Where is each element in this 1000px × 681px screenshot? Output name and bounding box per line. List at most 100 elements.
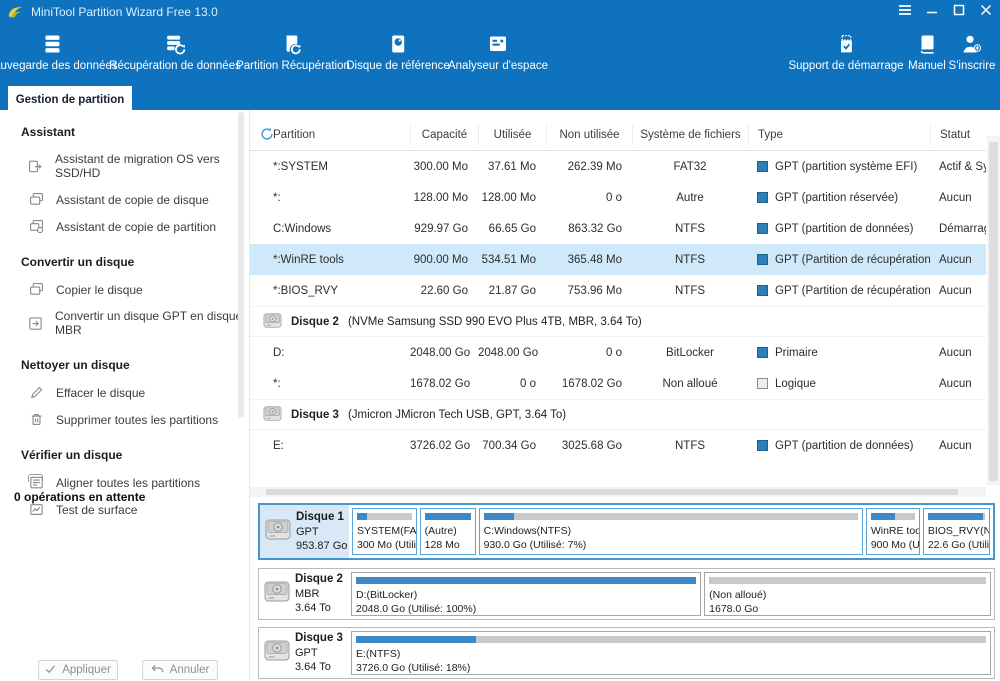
type-value: GPT (partition de données) (775, 223, 914, 235)
menu-icon (898, 3, 912, 21)
toolbar-item-space-analyzer[interactable]: Analyseur d'espace (448, 31, 548, 72)
partition-row[interactable]: *:128.00 Mo128.00 Mo0 oAutreGPT (partiti… (250, 182, 986, 213)
sidebar-item[interactable]: Supprimer toutes les partitions (0, 406, 249, 433)
unused-value: 1678.02 Go (546, 378, 632, 390)
type-cell: GPT (partition réservée) (748, 192, 930, 204)
partition-row[interactable]: *:1678.02 Go0 o1678.02 GoNon allouéLogiq… (250, 368, 986, 399)
toolbar-item-label: Manuel (908, 60, 946, 72)
partition-row[interactable]: *:SYSTEM300.00 Mo37.61 Mo262.39 MoFAT32G… (250, 151, 986, 182)
capacity-value: 300.00 Mo (410, 161, 478, 173)
unused-value: 753.96 Mo (546, 285, 632, 297)
partition-row[interactable]: *:BIOS_RVY22.60 Go21.87 Go753.96 MoNTFSG… (250, 275, 986, 306)
capacity-value: 1678.02 Go (410, 378, 478, 390)
partition-type-square-icon (757, 285, 768, 296)
maximize-button[interactable] (950, 1, 968, 23)
disk-map-partitions: E:(NTFS)3726.0 Go (Utilisé: 18%) (348, 628, 994, 678)
disk-map-label[interactable]: Disque 1GPT953.87 Go (260, 505, 349, 558)
filesystem-value: NTFS (632, 254, 748, 266)
partition-row[interactable]: *:WinRE tools900.00 Mo534.51 Mo365.48 Mo… (250, 244, 986, 275)
sidebar-item[interactable]: Assistant de copie de disque (0, 186, 249, 213)
type-value: GPT (partition réservée) (775, 192, 898, 204)
column-header-type[interactable]: Type (748, 125, 930, 145)
column-header-label: Type (758, 129, 783, 141)
partition-name: D: (250, 347, 410, 359)
toolbar-item-disk-benchmark[interactable]: Disque de référence (346, 31, 450, 72)
column-header-syst-me-de-fichiers[interactable]: Système de fichiers (632, 125, 748, 145)
toolbar-item-label: Récupération de données (109, 60, 241, 72)
sidebar-item[interactable]: Assistant de copie de partition (0, 213, 249, 240)
toolbar-item-backup[interactable]: Sauvegarde des données (0, 31, 118, 72)
partition-usage-fill (356, 577, 696, 584)
sidebar-item-label: Supprimer toutes les partitions (56, 413, 218, 427)
partition-usage-fill (871, 513, 895, 520)
toolbar-item-partition-recovery[interactable]: Partition Récupération (236, 31, 350, 72)
disk-map-partition-block[interactable]: (Autre)128 Mo (420, 508, 476, 555)
disk-group-row[interactable]: Disque 2(NVMe Samsung SSD 990 EVO Plus 4… (250, 306, 986, 337)
disk-map-partition-block[interactable]: SYSTEM(FAT3:300 Mo (Utili: (352, 508, 417, 555)
window-title: MiniTool Partition Wizard Free 13.0 (31, 5, 218, 19)
close-button[interactable] (977, 1, 995, 23)
menu-button[interactable] (896, 1, 914, 23)
sidebar-item[interactable]: Assistant de migration OS vers SSD/HD (0, 146, 249, 186)
sidebar-item[interactable]: Effacer le disque (0, 379, 249, 406)
sidebar-item[interactable]: Convertir un disque GPT en disque MBR (0, 303, 249, 343)
partition-usage-bar (871, 513, 915, 520)
tab-partition-management[interactable]: Gestion de partition (8, 86, 132, 113)
partition-type-square-icon (757, 161, 768, 172)
partition-block-info: 2048.0 Go (Utilisé: 100%) (356, 602, 700, 616)
sidebar-item-label: Aligner toutes les partitions (56, 476, 200, 490)
main-toolbar: Sauvegarde des donnéesRécupération de do… (0, 24, 1000, 86)
column-header-non-utilis-e[interactable]: Non utilisée (546, 125, 632, 145)
disk-map-partition-block[interactable]: E:(NTFS)3726.0 Go (Utilisé: 18%) (351, 631, 991, 675)
toolbar-item-boot-media[interactable]: Support de démarrage (788, 31, 903, 72)
table-horizontal-scrollbar[interactable] (250, 487, 986, 497)
toolbar-item-data-recovery[interactable]: Récupération de données (109, 31, 241, 72)
disk-map-partitions: D:(BitLocker)2048.0 Go (Utilisé: 100%)(N… (348, 569, 994, 619)
disk-map-label-text: Disque 3GPT3.64 To (295, 631, 343, 675)
disk-group-name: Disque 2 (291, 316, 339, 328)
disk-map-partition-block[interactable]: D:(BitLocker)2048.0 Go (Utilisé: 100%) (351, 572, 701, 616)
toolbar-item-register[interactable]: S'inscrire (949, 31, 996, 72)
toolbar-item-manual[interactable]: Manuel (908, 31, 946, 72)
partition-type-square-icon (757, 223, 768, 234)
partition-usage-bar (928, 513, 985, 520)
unused-value: 3025.68 Go (546, 440, 632, 452)
column-header-utilis-e[interactable]: Utilisée (478, 125, 546, 145)
space-analyzer-icon (487, 31, 509, 55)
column-header-partition[interactable]: Partition (250, 125, 410, 145)
partition-row[interactable]: C:Windows929.97 Go66.65 Go863.32 GoNTFSG… (250, 213, 986, 244)
disk-group-info: (Jmicron JMicron Tech USB, GPT, 3.64 To) (348, 409, 566, 421)
used-value: 66.65 Go (478, 223, 546, 235)
partition-block-info: 128 Mo (425, 538, 475, 552)
capacity-value: 2048.00 Go (410, 347, 478, 359)
disk-map-label[interactable]: Disque 2MBR3.64 To (259, 569, 348, 619)
cancel-button[interactable]: Annuler (142, 660, 218, 680)
minimize-button[interactable] (923, 1, 941, 23)
table-vertical-scrollbar[interactable] (987, 136, 1000, 485)
column-header-capacit-[interactable]: Capacité (410, 125, 478, 145)
partition-block-label: WinRE tools(I (871, 524, 919, 538)
disk-map-partition-block[interactable]: (Non alloué)1678.0 Go (704, 572, 991, 616)
column-header-statut[interactable]: Statut (930, 125, 986, 145)
disk-map-panel: Disque 1GPT953.87 GoSYSTEM(FAT3:300 Mo (… (250, 497, 1000, 681)
disk-map-partition-block[interactable]: BIOS_RVY(NT22.6 Go (Utili: (923, 508, 990, 555)
sidebar-item[interactable]: Copier le disque (0, 276, 249, 303)
sidebar-section-title: Vérifier un disque (21, 448, 249, 462)
disk-drive-icon (264, 581, 290, 607)
type-value: GPT (Partition de récupération) (775, 254, 930, 266)
disk-group-row[interactable]: Disque 3(Jmicron JMicron Tech USB, GPT, … (250, 399, 986, 430)
window-controls (896, 0, 995, 24)
capacity-value: 22.60 Go (410, 285, 478, 297)
sidebar-scrollbar[interactable] (238, 112, 244, 418)
type-cell: Primaire (748, 347, 930, 359)
apply-button[interactable]: Appliquer (38, 660, 118, 680)
partition-name: C:Windows (250, 223, 410, 235)
partition-row[interactable]: D:2048.00 Go2048.00 Go0 oBitLockerPrimai… (250, 337, 986, 368)
type-value: GPT (Partition de récupération) (775, 285, 930, 297)
type-value: Primaire (775, 347, 818, 359)
disk-map-partition-block[interactable]: WinRE tools(I900 Mo (Utili: (866, 508, 920, 555)
disk-map-partition-block[interactable]: C:Windows(NTFS)930.0 Go (Utilisé: 7%) (479, 508, 863, 555)
partition-type-square-icon (757, 347, 768, 358)
partition-row[interactable]: E:3726.02 Go700.34 Go3025.68 GoNTFSGPT (… (250, 430, 986, 461)
disk-map-label[interactable]: Disque 3GPT3.64 To (259, 628, 348, 678)
